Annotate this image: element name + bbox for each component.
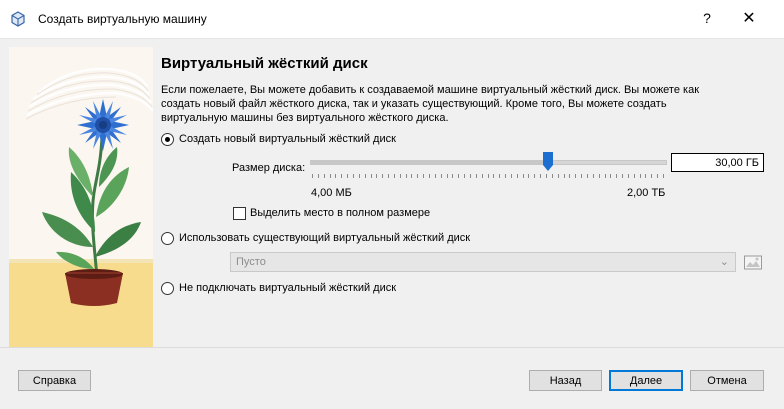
slider-tick	[411, 174, 413, 178]
slider-tick	[505, 174, 507, 178]
slider-tick	[575, 174, 577, 178]
slider-tick	[563, 174, 565, 178]
slider-tick	[341, 174, 343, 178]
close-button[interactable]: ✕	[733, 8, 765, 30]
slider-tick	[376, 174, 378, 178]
slider-tick	[499, 174, 501, 178]
slider-tick	[417, 174, 419, 178]
slider-tick	[534, 174, 536, 178]
slider-tick	[592, 174, 594, 178]
slider-tick	[487, 174, 489, 178]
slider-tick	[557, 174, 559, 178]
slider-tick	[586, 174, 588, 178]
slider-tick	[651, 174, 653, 178]
flower-pot-image	[9, 47, 153, 347]
radio-no-disk[interactable]	[161, 282, 174, 295]
slider-tick	[440, 174, 442, 178]
page-title: Виртуальный жёсткий диск	[161, 55, 368, 72]
wizard-body: Виртуальный жёсткий диск Если пожелаете,…	[0, 39, 784, 409]
slider-tick	[399, 174, 401, 178]
slider-tick	[604, 174, 606, 178]
slider-tick	[633, 174, 635, 178]
slider-tick	[639, 174, 641, 178]
slider-tick	[329, 174, 331, 178]
radio-create-new-disk-label[interactable]: Создать новый виртуальный жёсткий диск	[179, 133, 396, 145]
slider-tick	[429, 174, 430, 178]
slider-tick	[510, 174, 512, 178]
slider-tick	[393, 174, 395, 178]
slider-tick	[540, 174, 542, 178]
disk-size-label: Размер диска:	[232, 162, 306, 174]
choose-disk-folder-icon[interactable]	[743, 253, 763, 271]
preallocate-label[interactable]: Выделить место в полном размере	[250, 207, 430, 219]
slider-tick	[382, 174, 384, 178]
slider-tick	[598, 174, 600, 178]
preallocate-checkbox[interactable]	[233, 207, 246, 220]
slider-tick	[352, 174, 354, 178]
slider-tick	[481, 174, 483, 178]
slider-tick	[434, 174, 436, 178]
next-button[interactable]: Далее	[609, 370, 683, 391]
slider-tick	[469, 174, 471, 178]
slider-tick	[312, 174, 313, 178]
slider-tick	[551, 174, 553, 178]
virtualbox-app-icon	[11, 11, 25, 27]
slider-tick	[405, 174, 407, 178]
wizard-footer: Справка Назад Далее Отмена	[0, 348, 784, 409]
slider-tick	[645, 174, 647, 178]
page-description: Если пожелаете, Вы можете добавить к соз…	[161, 84, 700, 124]
existing-disk-select-value: Пусто	[236, 256, 266, 268]
slider-tick	[627, 174, 629, 178]
slider-tick	[323, 174, 325, 178]
slider-tick	[569, 174, 571, 178]
slider-tick	[516, 174, 518, 178]
slider-tick	[622, 174, 624, 178]
radio-no-disk-label[interactable]: Не подключать виртуальный жёсткий диск	[179, 282, 396, 294]
slider-tick	[581, 174, 583, 178]
chevron-down-icon: ⌄	[719, 256, 729, 268]
slider-tick	[388, 174, 390, 178]
radio-create-new-disk[interactable]	[161, 133, 174, 146]
slider-tick	[663, 174, 664, 178]
slider-tick	[522, 174, 524, 178]
slider-fill	[311, 161, 549, 164]
slider-tick	[616, 174, 618, 178]
slider-tick	[358, 174, 360, 178]
help-button[interactable]: Справка	[18, 370, 91, 391]
disk-size-max-label: 2,00 ТБ	[627, 187, 666, 199]
wizard-illustration	[9, 47, 153, 347]
back-button[interactable]: Назад	[529, 370, 602, 391]
slider-tick	[335, 174, 337, 178]
slider-tick	[452, 174, 454, 178]
radio-use-existing-disk-label[interactable]: Использовать существующий виртуальный жё…	[179, 232, 470, 244]
disk-size-input[interactable]: 30,00 ГБ	[671, 153, 764, 172]
slider-ticks	[312, 174, 667, 180]
slider-tick	[364, 174, 366, 178]
slider-tick	[493, 174, 495, 178]
slider-tick	[423, 174, 425, 178]
slider-tick	[610, 174, 612, 178]
slider-tick	[347, 174, 349, 178]
title-bar: Создать виртуальную машину ? ✕	[0, 0, 784, 38]
slider-tick	[458, 174, 460, 178]
help-question-button[interactable]: ?	[692, 10, 722, 28]
slider-tick	[370, 174, 372, 178]
slider-thumb[interactable]	[542, 152, 553, 171]
slider-tick	[464, 174, 466, 178]
slider-tick	[657, 174, 659, 178]
slider-tick	[317, 174, 319, 178]
window-title: Создать виртуальную машину	[38, 12, 207, 26]
disk-size-slider[interactable]	[310, 160, 667, 165]
radio-use-existing-disk[interactable]	[161, 232, 174, 245]
slider-tick	[475, 174, 477, 178]
slider-tick	[446, 174, 448, 178]
cancel-button[interactable]: Отмена	[690, 370, 764, 391]
slider-tick	[546, 174, 547, 178]
existing-disk-select[interactable]: Пусто ⌄	[230, 252, 736, 272]
slider-tick	[528, 174, 530, 178]
disk-size-min-label: 4,00 МБ	[311, 187, 352, 199]
